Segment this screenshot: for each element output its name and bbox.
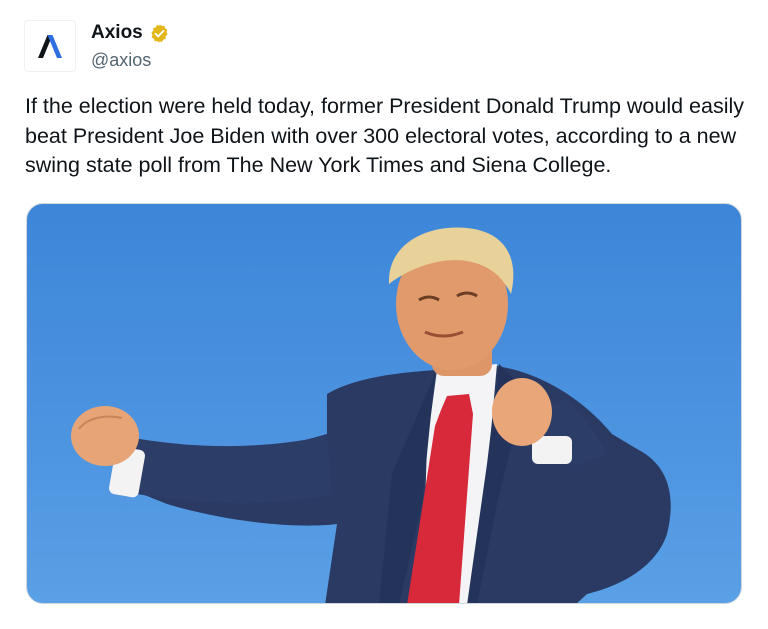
photo-illustration (71, 227, 671, 603)
author-name-row[interactable]: Axios (91, 22, 170, 44)
left-arm (122, 436, 332, 504)
tweet-text: If the election were held today, former … (25, 94, 745, 177)
author-handle[interactable]: @axios (91, 50, 151, 71)
verified-badge-icon[interactable] (149, 23, 170, 44)
author-name[interactable]: Axios (91, 22, 143, 44)
right-fist (492, 378, 552, 446)
axios-logo-icon (38, 35, 62, 58)
tweet-media-photo[interactable] (26, 203, 742, 604)
tweet: Axios @axios If the election were held t… (0, 0, 768, 629)
left-fist (71, 406, 139, 466)
avatar[interactable] (24, 20, 76, 72)
